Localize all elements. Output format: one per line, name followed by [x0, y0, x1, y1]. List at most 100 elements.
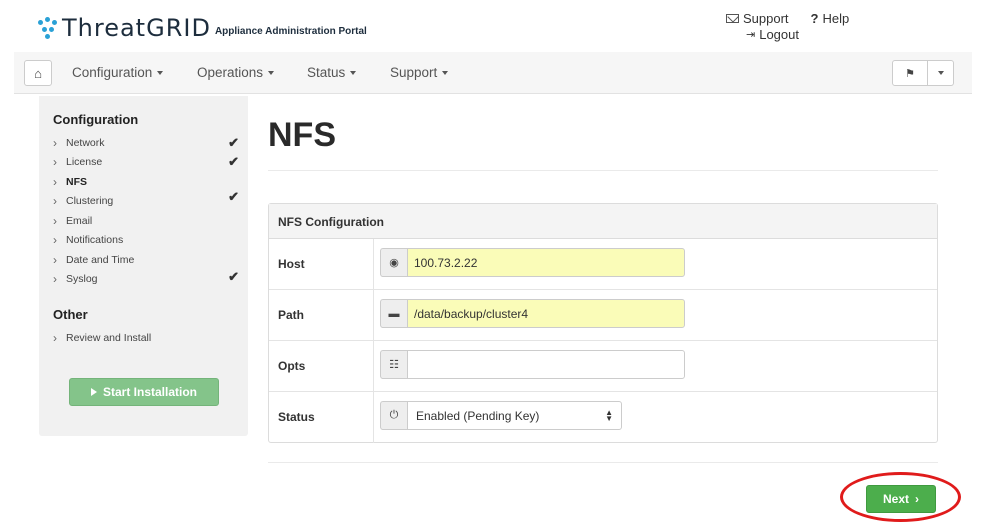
sidebar-item-label: Syslog [66, 273, 98, 285]
envelope-icon [726, 14, 739, 23]
flag-button[interactable]: ⚑ [892, 60, 928, 86]
nav-operations-menu[interactable]: Operations [197, 65, 275, 80]
caret-down-icon [350, 70, 357, 75]
opts-row: Opts ☷ [269, 341, 937, 392]
logout-icon: ⇥ [746, 29, 756, 41]
play-icon [90, 388, 97, 396]
host-input-group: ◉ [380, 248, 685, 277]
opts-input-group: ☷ [380, 350, 685, 379]
chevron-right-icon: › [915, 492, 919, 506]
nfs-configuration-panel: NFS Configuration Host ◉ Path ▬ Opts ☷ S… [268, 203, 938, 443]
chevron-right-icon: › [53, 272, 57, 286]
next-button[interactable]: Next › [866, 485, 936, 513]
question-icon: ? [810, 11, 819, 26]
sidebar-section-title: Other [53, 307, 88, 322]
opts-input[interactable] [407, 350, 685, 379]
divider [268, 170, 938, 171]
flag-dropdown-toggle[interactable] [928, 60, 954, 86]
caret-down-icon [157, 70, 164, 75]
sidebar-item-review-and-install[interactable]: › Review and Install [53, 331, 239, 345]
home-icon: ⌂ [34, 65, 42, 81]
top-links: Support ? Help ⇥ Logout [726, 11, 849, 42]
sidebar-item-license[interactable]: › License ✔ [53, 154, 239, 169]
chevron-right-icon: › [53, 331, 57, 345]
start-installation-button[interactable]: Start Installation [69, 378, 219, 406]
divider [268, 462, 938, 463]
logout-link-label: Logout [759, 27, 799, 42]
page-title: NFS [268, 116, 336, 154]
select-arrows-icon: ▲ ▼ [605, 408, 613, 423]
sidebar-item-clustering[interactable]: › Clustering ✔ [53, 189, 239, 208]
support-link[interactable]: Support [726, 11, 789, 26]
logo: ThreatGRID Appliance Administration Port… [36, 16, 367, 40]
chevron-right-icon: › [53, 214, 57, 228]
sidebar-section-title: Configuration [53, 112, 139, 127]
brand-subtitle: Appliance Administration Portal [214, 26, 367, 37]
checkmark-icon: ✔ [228, 154, 239, 169]
logout-link[interactable]: ⇥ Logout [746, 27, 849, 42]
chevron-right-icon: › [53, 155, 57, 169]
chevron-right-icon: › [53, 253, 57, 267]
sidebar-item-label: Email [66, 215, 93, 227]
chevron-right-icon: › [53, 194, 57, 208]
sidebar-item-syslog[interactable]: › Syslog ✔ [53, 269, 239, 286]
checkmark-icon: ✔ [228, 189, 239, 204]
home-button[interactable]: ⌂ [24, 60, 52, 86]
sidebar-item-label: NFS [66, 176, 87, 188]
caret-down-icon [442, 70, 449, 75]
sidebar-item-label: License [66, 156, 103, 168]
status-input-group: ⏻ Enabled (Pending Key) ▲ ▼ [380, 401, 622, 430]
path-row: Path ▬ [269, 290, 937, 341]
chevron-right-icon: › [53, 136, 57, 150]
opts-label: Opts [278, 359, 306, 373]
path-input[interactable] [407, 299, 685, 328]
nav-item-label: Support [390, 65, 438, 80]
nav-item-label: Status [307, 65, 346, 80]
flag-dropdown[interactable]: ⚑ [892, 60, 954, 86]
host-label: Host [278, 257, 305, 271]
help-link-label: Help [822, 11, 850, 26]
sidebar-item-email[interactable]: › Email [53, 214, 239, 228]
host-input[interactable] [407, 248, 685, 277]
sidebar-item-label: Notifications [66, 234, 124, 246]
help-link[interactable]: ? Help [811, 11, 850, 26]
nav-configuration-menu[interactable]: Configuration [72, 65, 164, 80]
chevron-right-icon: › [53, 175, 57, 189]
checkmark-icon: ✔ [228, 269, 239, 284]
threatgrid-logo-icon [36, 16, 60, 40]
status-row: Status ⏻ Enabled (Pending Key) ▲ ▼ [269, 392, 937, 443]
sidebar-item-label: Review and Install [66, 332, 152, 344]
sidebar-item-date-and-time[interactable]: › Date and Time [53, 253, 239, 267]
nav-support-menu[interactable]: Support [390, 65, 449, 80]
globe-icon: ◉ [380, 248, 407, 277]
nav-status-menu[interactable]: Status [307, 65, 357, 80]
status-label: Status [278, 410, 315, 424]
caret-down-icon [937, 71, 944, 75]
sidebar-item-label: Network [66, 137, 105, 149]
folder-icon: ▬ [380, 299, 407, 328]
panel-title: NFS Configuration [269, 204, 937, 239]
status-select-value: Enabled (Pending Key) [416, 409, 540, 423]
caret-down-icon [268, 70, 275, 75]
sidebar-item-nfs[interactable]: › NFS [53, 175, 239, 189]
path-input-group: ▬ [380, 299, 685, 328]
next-button-label: Next [882, 492, 909, 506]
start-installation-label: Start Installation [102, 385, 197, 399]
path-label: Path [278, 308, 305, 322]
nav-item-label: Operations [197, 65, 264, 80]
status-select[interactable]: Enabled (Pending Key) ▲ ▼ [407, 401, 622, 430]
support-link-label: Support [743, 11, 789, 26]
host-row: Host ◉ [269, 239, 937, 290]
sidebar-item-network[interactable]: › Network ✔ [53, 135, 239, 150]
top-navbar: ⌂ Configuration Operations Status Suppor… [14, 52, 972, 94]
checkmark-icon: ✔ [228, 135, 239, 150]
power-icon: ⏻ [380, 401, 407, 430]
nav-item-label: Configuration [72, 65, 153, 80]
options-icon: ☷ [380, 350, 407, 379]
chevron-right-icon: › [53, 233, 57, 247]
sidebar-item-label: Clustering [66, 195, 114, 207]
sidebar-item-label: Date and Time [66, 254, 135, 266]
sidebar-item-notifications[interactable]: › Notifications [53, 233, 239, 247]
brand-name: ThreatGRID [62, 14, 211, 42]
sidebar: Configuration › Network ✔ › License ✔ › … [39, 96, 248, 436]
